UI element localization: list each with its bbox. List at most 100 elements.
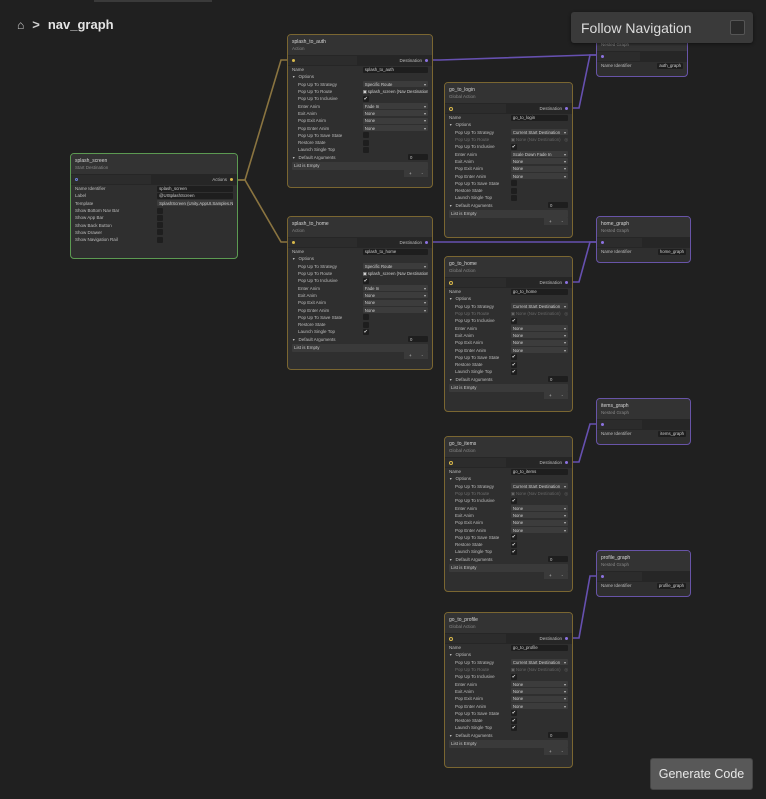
- input-port[interactable]: [445, 278, 506, 287]
- object-picker-icon[interactable]: ◎: [564, 137, 568, 143]
- node-header[interactable]: items_graph Nested Graph: [597, 399, 690, 420]
- exit-anim-dropdown[interactable]: None: [510, 512, 568, 519]
- pop-exit-anim-dropdown[interactable]: None: [362, 117, 428, 124]
- pop-route-field[interactable]: ▣ None (Nav Destination) ◎: [511, 137, 568, 143]
- node-header[interactable]: go_to_items Global Action: [445, 437, 572, 458]
- pop-inclusive-checkbox[interactable]: ✔: [510, 497, 517, 504]
- home-icon[interactable]: ⌂: [17, 18, 24, 32]
- input-port[interactable]: [71, 175, 151, 184]
- output-port[interactable]: Destination: [505, 458, 572, 467]
- input-port[interactable]: [597, 572, 642, 581]
- remove-item-button[interactable]: -: [562, 393, 564, 398]
- pop-strategy-dropdown[interactable]: Current Start Destination: [510, 303, 568, 310]
- restore-state-checkbox[interactable]: ✔: [510, 717, 517, 724]
- pop-route-field[interactable]: ▣ None (Nav Destination) ◎: [511, 311, 568, 317]
- output-port-icon[interactable]: [425, 59, 428, 62]
- default-arguments-foldout[interactable]: ▼ Default Arguments 0: [445, 376, 572, 383]
- input-port-icon[interactable]: [601, 241, 604, 244]
- action-node[interactable]: go_to_login Global Action Destination Name g…: [444, 82, 573, 238]
- action-node[interactable]: go_to_home Global Action Destination Name go…: [444, 256, 573, 412]
- field-input[interactable]: @UISplashScreen: [157, 192, 233, 199]
- node-header[interactable]: splash_to_home Action: [288, 217, 432, 238]
- node-header[interactable]: home_graph Nested Graph: [597, 217, 690, 238]
- default-arguments-foldout[interactable]: ▼ Default Arguments 0: [445, 732, 572, 739]
- action-node[interactable]: go_to_profile Global Action Destination Nam…: [444, 612, 573, 768]
- pop-exit-anim-dropdown[interactable]: None: [510, 165, 568, 172]
- remove-item-button[interactable]: -: [562, 573, 564, 578]
- options-foldout[interactable]: ▼ Options: [445, 651, 572, 658]
- input-port-icon[interactable]: [292, 59, 295, 62]
- remove-item-button[interactable]: -: [422, 353, 424, 358]
- node-header[interactable]: profile_graph Nested Graph: [597, 551, 690, 572]
- pop-inclusive-checkbox[interactable]: ✔: [362, 277, 369, 284]
- toggle-checkbox[interactable]: [157, 207, 164, 214]
- exit-anim-dropdown[interactable]: None: [510, 158, 568, 165]
- pop-route-field[interactable]: ▣splash_screen (Nav Destination)◎: [363, 89, 428, 95]
- restore-state-checkbox[interactable]: [362, 321, 369, 328]
- name-input[interactable]: go_to_login: [510, 114, 568, 121]
- action-node[interactable]: splash_to_auth Action Destination Name splas…: [287, 34, 433, 188]
- add-item-button[interactable]: +: [549, 219, 552, 224]
- output-port[interactable]: Destination: [505, 104, 572, 113]
- remove-item-button[interactable]: -: [562, 219, 564, 224]
- pop-exit-anim-dropdown[interactable]: None: [362, 299, 428, 306]
- restore-state-checkbox[interactable]: [510, 187, 517, 194]
- pop-enter-anim-dropdown[interactable]: None: [362, 307, 428, 314]
- options-foldout[interactable]: ▼ Options: [445, 121, 572, 128]
- exit-anim-dropdown[interactable]: None: [510, 332, 568, 339]
- pop-strategy-dropdown[interactable]: Current Start Destination: [510, 483, 568, 490]
- output-port[interactable]: Destination: [505, 278, 572, 287]
- restore-state-checkbox[interactable]: [362, 139, 369, 146]
- single-top-checkbox[interactable]: [510, 194, 517, 201]
- nested-graph-node[interactable]: profile_graph Nested Graph Name Identifier…: [596, 550, 691, 597]
- output-port-icon[interactable]: [230, 178, 233, 181]
- node-header[interactable]: splash_screen Start Destination: [71, 154, 237, 175]
- object-picker-icon[interactable]: ◎: [564, 491, 568, 497]
- output-port[interactable]: Destination: [357, 238, 432, 247]
- pop-exit-anim-dropdown[interactable]: None: [510, 339, 568, 346]
- output-port-icon[interactable]: [565, 637, 568, 640]
- remove-item-button[interactable]: -: [422, 171, 424, 176]
- options-foldout[interactable]: ▼ Options: [445, 295, 572, 302]
- output-port-icon[interactable]: [565, 107, 568, 110]
- input-port[interactable]: [597, 420, 642, 429]
- input-port[interactable]: [288, 238, 358, 247]
- save-state-checkbox[interactable]: [362, 132, 369, 139]
- pop-inclusive-checkbox[interactable]: ✔: [362, 95, 369, 102]
- argument-count-input[interactable]: 0: [548, 202, 568, 209]
- argument-count-input[interactable]: 0: [548, 376, 568, 383]
- enter-anim-dropdown[interactable]: Scale Down Fade In: [510, 151, 568, 158]
- pop-inclusive-checkbox[interactable]: ✔: [510, 317, 517, 324]
- nested-graph-node[interactable]: home_graph Nested Graph Name Identifier hom…: [596, 216, 691, 263]
- pop-strategy-dropdown[interactable]: Specific Route: [362, 263, 428, 270]
- exit-anim-dropdown[interactable]: None: [362, 110, 428, 117]
- argument-count-input[interactable]: 0: [548, 556, 568, 563]
- output-port[interactable]: Destination: [505, 634, 572, 643]
- action-node[interactable]: go_to_items Global Action Destination Name g…: [444, 436, 573, 592]
- restore-state-checkbox[interactable]: ✔: [510, 541, 517, 548]
- add-item-button[interactable]: +: [409, 353, 412, 358]
- enter-anim-dropdown[interactable]: Fade In: [362, 103, 428, 110]
- save-state-checkbox[interactable]: ✔: [510, 534, 517, 541]
- pop-exit-anim-dropdown[interactable]: None: [510, 695, 568, 702]
- pop-route-field[interactable]: ▣splash_screen (Nav Destination)◎: [363, 271, 428, 277]
- argument-count-input[interactable]: 0: [408, 154, 428, 161]
- default-arguments-foldout[interactable]: ▼ Default Arguments 0: [445, 556, 572, 563]
- breadcrumb-current[interactable]: nav_graph: [48, 17, 114, 32]
- name-identifier-input[interactable]: profile_graph: [656, 582, 686, 589]
- input-port-icon[interactable]: [292, 241, 295, 244]
- input-port[interactable]: [597, 238, 642, 247]
- input-port[interactable]: [288, 56, 358, 65]
- name-input[interactable]: go_to_profile: [510, 644, 568, 651]
- name-input[interactable]: go_to_items: [510, 468, 568, 475]
- input-port-icon[interactable]: [601, 55, 604, 58]
- enter-anim-dropdown[interactable]: None: [510, 681, 568, 688]
- name-identifier-input[interactable]: items_graph: [658, 430, 686, 437]
- input-port[interactable]: [597, 52, 641, 61]
- restore-state-checkbox[interactable]: ✔: [510, 361, 517, 368]
- generate-code-button[interactable]: Generate Code: [650, 758, 753, 790]
- toggle-checkbox[interactable]: [157, 229, 164, 236]
- exit-anim-dropdown[interactable]: None: [362, 292, 428, 299]
- enter-anim-dropdown[interactable]: None: [510, 325, 568, 332]
- input-port[interactable]: [445, 634, 506, 643]
